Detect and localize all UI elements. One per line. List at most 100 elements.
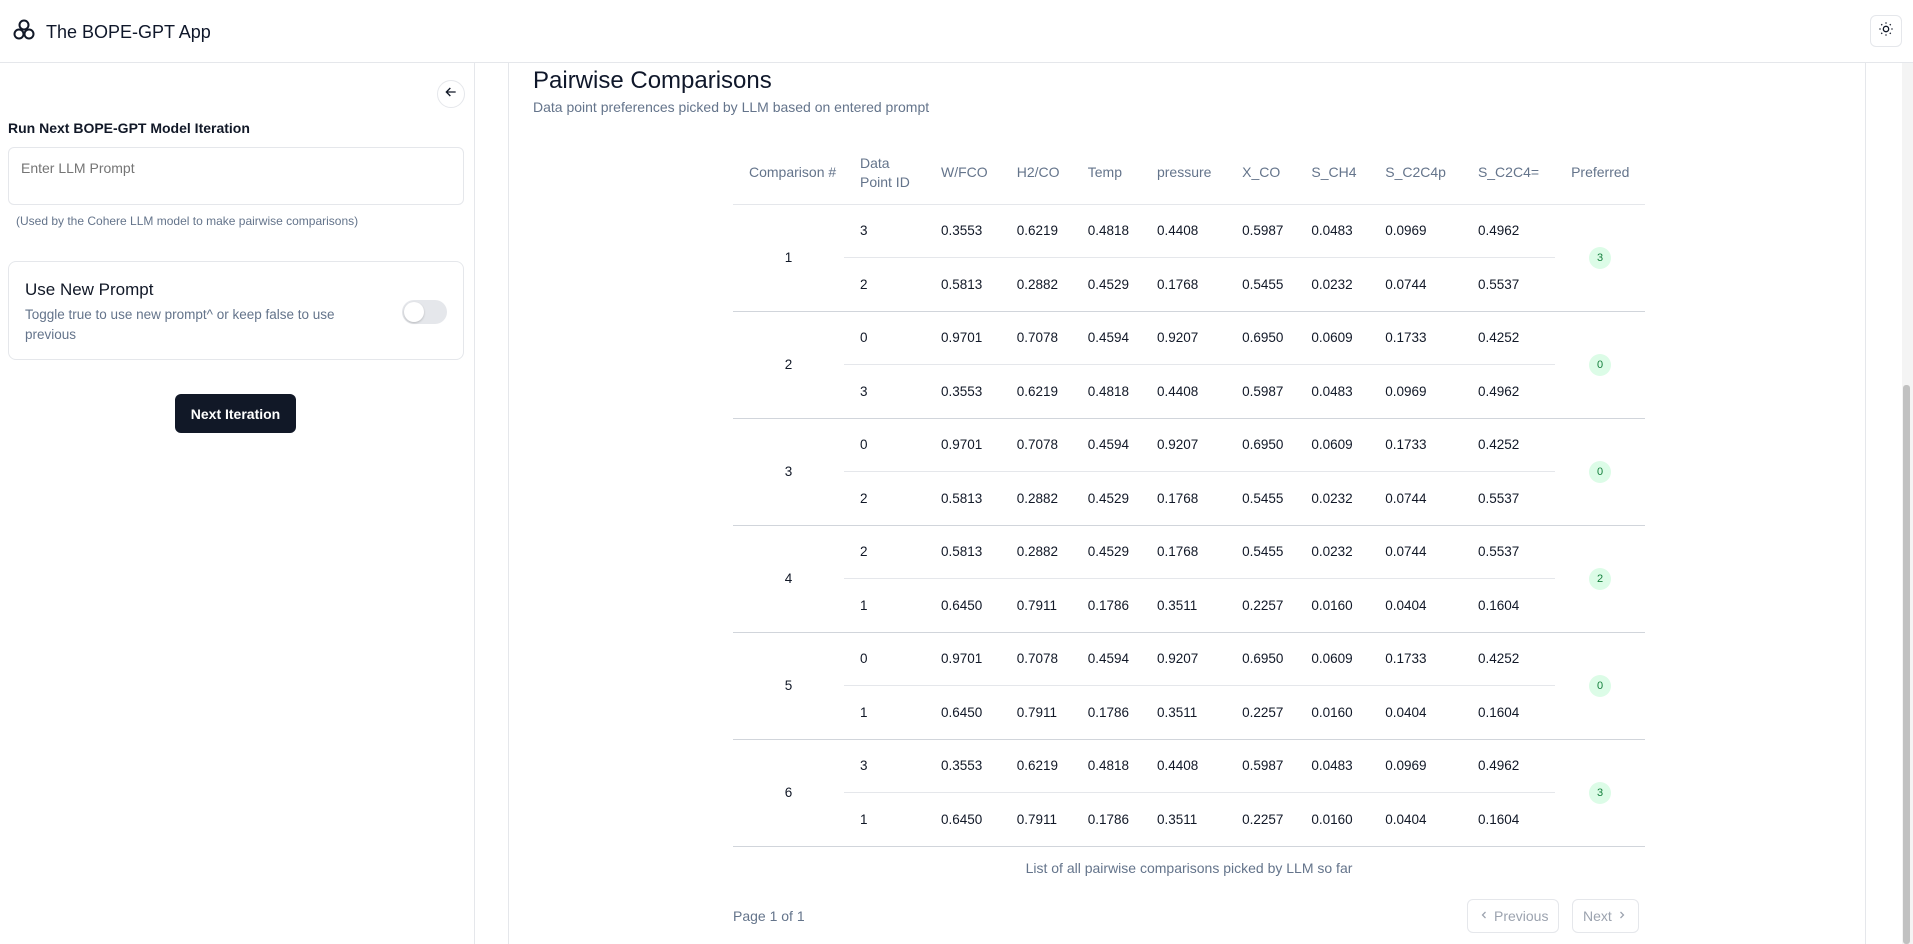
value-cell: 0.0232 — [1295, 525, 1370, 579]
preferred-badge: 3 — [1589, 246, 1612, 269]
value-cell: 0.1733 — [1369, 632, 1462, 686]
chevron-right-icon — [1616, 908, 1628, 924]
use-new-prompt-card: Use New Prompt Toggle true to use new pr… — [8, 261, 464, 360]
preferred-cell: 0 — [1555, 311, 1645, 419]
value-cell: 0.0969 — [1369, 204, 1462, 258]
logo-icon — [12, 18, 36, 47]
value-cell: 0.0483 — [1295, 364, 1370, 419]
value-cell: 0.9701 — [925, 632, 1001, 686]
value-cell: 0.7911 — [1000, 792, 1072, 847]
toggle-description: Toggle true to use new prompt^ or keep f… — [25, 307, 335, 342]
value-cell: 0.4408 — [1140, 204, 1227, 258]
value-cell: 0.6450 — [925, 792, 1001, 847]
preferred-cell: 0 — [1555, 632, 1645, 740]
value-cell: 0.1604 — [1461, 578, 1556, 633]
preferred-badge: 3 — [1589, 781, 1612, 804]
data-point-id-cell: 0 — [844, 418, 925, 472]
table-caption: List of all pairwise comparisons picked … — [1025, 860, 1353, 876]
value-cell: 0.1733 — [1369, 311, 1462, 365]
value-cell: 0.5813 — [925, 525, 1001, 579]
llm-prompt-input[interactable] — [8, 147, 464, 205]
table-header-row: Comparison # Data Point ID W/FCO H2/CO T… — [733, 142, 1645, 205]
data-point-id-cell: 2 — [844, 525, 925, 579]
data-point-id-cell: 3 — [844, 364, 925, 419]
column-header: Temp — [1071, 142, 1141, 205]
data-point-id-cell: 2 — [844, 471, 925, 526]
value-cell: 0.5987 — [1226, 364, 1296, 419]
preferred-badge: 2 — [1589, 567, 1612, 590]
column-header: pressure — [1140, 142, 1227, 205]
value-cell: 0.5987 — [1226, 739, 1296, 793]
value-cell: 0.4962 — [1461, 204, 1556, 258]
table-row: 3 0 0.9701 0.7078 0.4594 0.9207 0.6950 0.0609 0.… — [733, 418, 1645, 526]
value-cell: 0.3553 — [925, 364, 1001, 419]
value-cell: 0.0483 — [1295, 739, 1370, 793]
value-cell: 0.9207 — [1140, 311, 1227, 365]
value-cell: 0.5537 — [1461, 471, 1556, 526]
value-cell: 0.1768 — [1140, 525, 1227, 579]
value-cell: 0.1604 — [1461, 685, 1556, 740]
table-row: 2 0.5813 0.2882 0.4529 0.1768 0.5455 0.0232 0.0… — [733, 471, 1645, 526]
value-cell: 0.4408 — [1140, 739, 1227, 793]
app-title: The BOPE-GPT App — [46, 22, 211, 42]
value-cell: 0.2257 — [1226, 792, 1296, 847]
value-cell: 0.0160 — [1295, 685, 1370, 740]
value-cell: 0.5537 — [1461, 257, 1556, 312]
column-header: S_C2C4= — [1461, 142, 1556, 205]
value-cell: 0.0969 — [1369, 739, 1462, 793]
theme-toggle-button[interactable] — [1870, 15, 1902, 47]
value-cell: 0.6450 — [925, 685, 1001, 740]
table-row: 3 0.3553 0.6219 0.4818 0.4408 0.5987 0.0483 0.0… — [733, 364, 1645, 419]
page-subtitle: Data point preferences picked by LLM bas… — [533, 99, 930, 115]
value-cell: 0.6219 — [1000, 204, 1072, 258]
column-header: S_CH4 — [1295, 142, 1370, 205]
next-page-button[interactable]: Next — [1572, 899, 1639, 933]
value-cell: 0.5537 — [1461, 525, 1556, 579]
data-point-id-cell: 1 — [844, 685, 925, 740]
sidebar: Run Next BOPE-GPT Model Iteration (Used … — [0, 63, 475, 944]
collapse-sidebar-button[interactable] — [437, 80, 465, 108]
value-cell: 0.5813 — [925, 257, 1001, 312]
value-cell: 0.2257 — [1226, 685, 1296, 740]
previous-page-button[interactable]: Previous — [1467, 899, 1560, 933]
comparison-number: 2 — [733, 311, 844, 419]
value-cell: 0.0404 — [1369, 578, 1462, 633]
value-cell: 0.0404 — [1369, 792, 1462, 847]
value-cell: 0.6950 — [1226, 632, 1296, 686]
app-header: The BOPE-GPT App — [0, 0, 1913, 63]
use-new-prompt-switch[interactable] — [402, 300, 447, 324]
table-row: 1 3 0.3553 0.6219 0.4818 0.4408 0.5987 0.0483 0.… — [733, 204, 1645, 312]
preferred-cell: 0 — [1555, 418, 1645, 526]
comparison-number: 6 — [733, 739, 844, 847]
value-cell: 0.4594 — [1071, 418, 1141, 472]
value-cell: 0.6950 — [1226, 311, 1296, 365]
next-iteration-button[interactable]: Next Iteration — [175, 394, 296, 433]
value-cell: 0.0744 — [1369, 525, 1462, 579]
value-cell: 0.3511 — [1140, 685, 1227, 740]
main-panel: Pairwise Comparisons Data point preferen… — [508, 63, 1866, 944]
preferred-cell: 2 — [1555, 525, 1645, 633]
value-cell: 0.9701 — [925, 418, 1001, 472]
value-cell: 0.9207 — [1140, 418, 1227, 472]
value-cell: 0.4818 — [1071, 204, 1141, 258]
value-cell: 0.4252 — [1461, 418, 1556, 472]
value-cell: 0.7078 — [1000, 418, 1072, 472]
table-row: 1 0.6450 0.7911 0.1786 0.3511 0.2257 0.0160 0.0… — [733, 578, 1645, 633]
preferred-cell: 3 — [1555, 739, 1645, 847]
comparisons-table: Comparison # Data Point ID W/FCO H2/CO T… — [733, 142, 1645, 847]
value-cell: 0.7911 — [1000, 578, 1072, 633]
table-row: 5 0 0.9701 0.7078 0.4594 0.9207 0.6950 0.0609 0.… — [733, 632, 1645, 740]
preferred-badge: 0 — [1589, 353, 1612, 376]
value-cell: 0.4529 — [1071, 525, 1141, 579]
value-cell: 0.4818 — [1071, 364, 1141, 419]
scrollbar-thumb[interactable] — [1903, 385, 1910, 944]
comparison-number: 4 — [733, 525, 844, 633]
value-cell: 0.1768 — [1140, 257, 1227, 312]
column-header: H2/CO — [1000, 142, 1072, 205]
table-row: 1 0.6450 0.7911 0.1786 0.3511 0.2257 0.0160 0.0… — [733, 685, 1645, 740]
data-point-id-cell: 1 — [844, 578, 925, 633]
value-cell: 0.6219 — [1000, 364, 1072, 419]
table-row: 2 0 0.9701 0.7078 0.4594 0.9207 0.6950 0.0609 0.… — [733, 311, 1645, 419]
comparison-number: 3 — [733, 418, 844, 526]
value-cell: 0.3511 — [1140, 792, 1227, 847]
